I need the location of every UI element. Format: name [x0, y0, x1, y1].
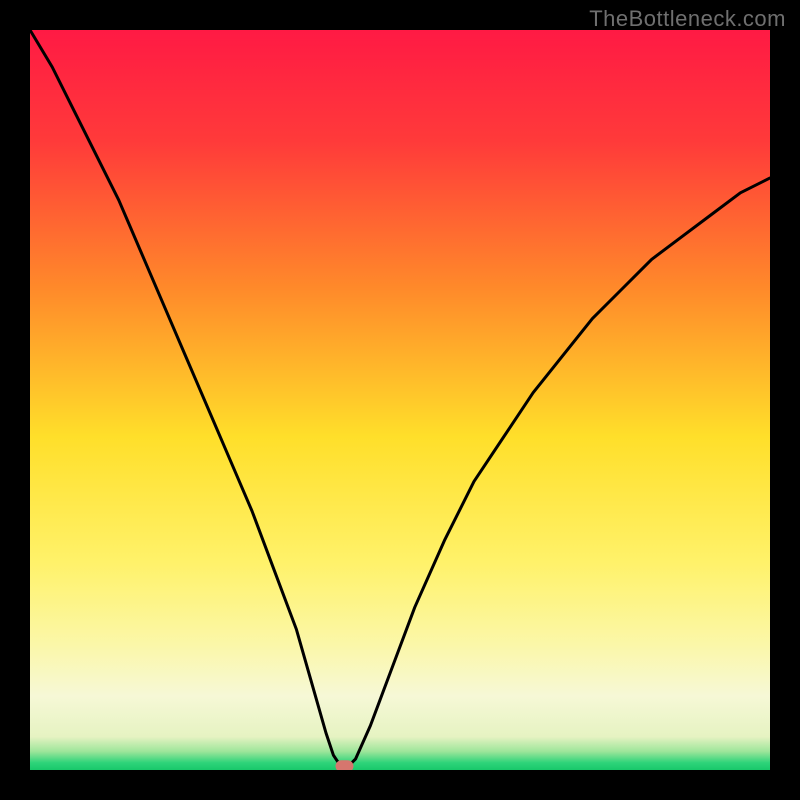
chart-svg [30, 30, 770, 770]
watermark-text: TheBottleneck.com [589, 6, 786, 32]
chart-background [30, 30, 770, 770]
min-marker [336, 760, 354, 770]
plot-area [30, 30, 770, 770]
chart-frame: TheBottleneck.com [0, 0, 800, 800]
